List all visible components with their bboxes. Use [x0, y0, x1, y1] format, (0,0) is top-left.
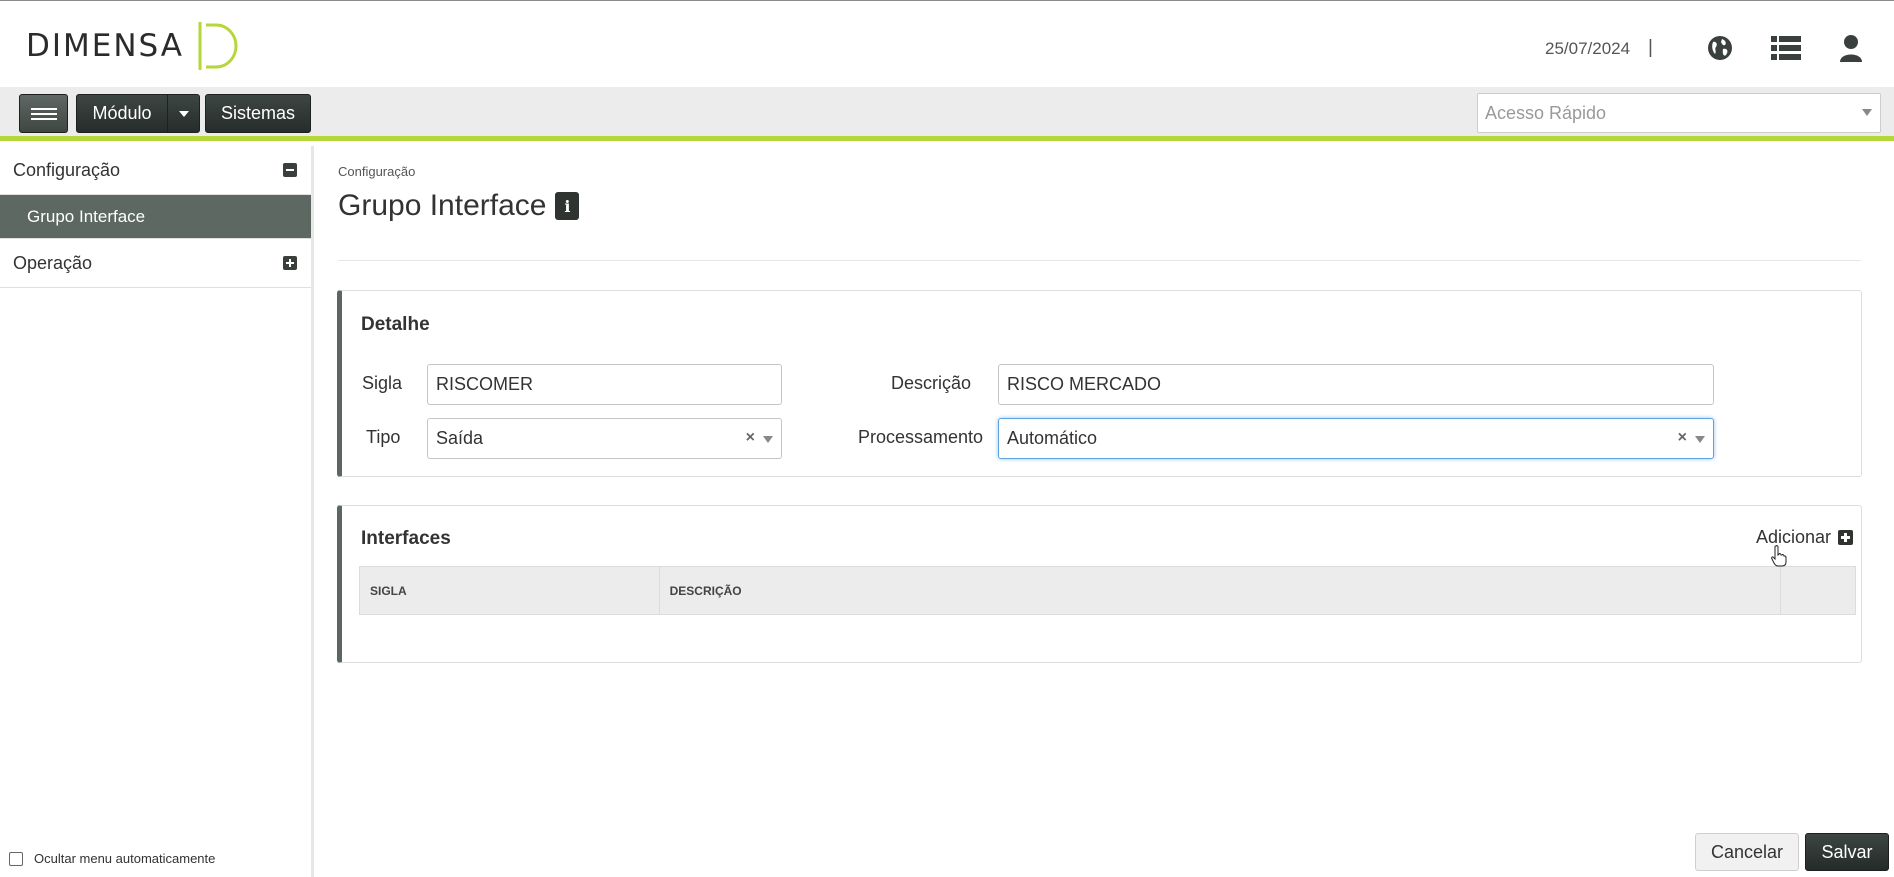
processamento-label: Processamento: [858, 427, 984, 447]
add-label: Adicionar: [1755, 527, 1831, 547]
interfaces-table-header: SIGLA DESCRIÇÃO: [359, 566, 1856, 615]
column-header-actions: [1781, 567, 1855, 614]
descricao-input[interactable]: RISCO MERCADO: [998, 364, 1714, 405]
column-header-sigla[interactable]: SIGLA: [360, 567, 660, 614]
descricao-label: Descrição: [891, 373, 972, 393]
breadcrumb[interactable]: Configuração: [338, 164, 415, 179]
hide-menu-option: Ocultar menu automaticamente: [9, 851, 215, 866]
info-icon[interactable]: i: [555, 192, 580, 220]
module-dropdown-button[interactable]: [167, 94, 200, 133]
cancel-button[interactable]: Cancelar: [1695, 833, 1799, 871]
hamburger-icon: [30, 105, 57, 123]
tipo-select[interactable]: Saída ×: [427, 418, 782, 459]
chevron-down-icon: [1862, 109, 1872, 116]
chevron-down-icon: [763, 436, 773, 443]
sigla-input[interactable]: RISCOMER: [427, 364, 782, 405]
interfaces-panel: Interfaces Adicionar SIGLA DESCRIÇÃO: [337, 505, 1862, 663]
sidebar-item-label: Grupo Interface: [27, 206, 146, 226]
sidebar-group-label: Operação: [13, 252, 93, 273]
page-title-row: Grupo Interface i: [338, 189, 580, 223]
logo-text: DIMENSA: [26, 28, 184, 64]
module-label: Módulo: [92, 103, 152, 123]
tipo-value: Saída: [436, 428, 484, 448]
clear-icon[interactable]: ×: [1678, 429, 1687, 447]
column-header-descricao[interactable]: DESCRIÇÃO: [660, 567, 1782, 614]
plus-icon: [1838, 530, 1853, 545]
sigla-value: RISCOMER: [436, 374, 534, 394]
descricao-value: RISCO MERCADO: [1007, 374, 1162, 394]
sidebar-group-configuracao[interactable]: Configuração: [0, 146, 311, 195]
top-header: DIMENSA 25/07/2024 |: [0, 0, 1894, 87]
logo-mark-icon: [198, 22, 238, 70]
detail-title: Detalhe: [361, 314, 430, 335]
interfaces-title: Interfaces: [361, 528, 451, 549]
dimensa-logo: DIMENSA: [26, 19, 242, 73]
clear-icon[interactable]: ×: [746, 429, 755, 447]
current-date: 25/07/2024: [1545, 39, 1631, 58]
globe-icon[interactable]: [1705, 33, 1735, 63]
page-title: Grupo Interface: [338, 189, 547, 222]
chevron-down-icon: [1695, 436, 1705, 443]
cancel-label: Cancelar: [1710, 841, 1784, 862]
hide-menu-checkbox[interactable]: [9, 851, 23, 866]
expand-icon[interactable]: [283, 256, 297, 270]
systems-label: Sistemas: [220, 103, 296, 123]
module-button[interactable]: Módulo: [76, 94, 168, 133]
menu-toggle-button[interactable]: [19, 94, 68, 133]
chevron-down-icon: [178, 110, 189, 117]
sidebar-group-label: Configuração: [13, 159, 121, 180]
sidebar-item-grupo-interface[interactable]: Grupo Interface: [0, 195, 311, 239]
collapse-icon[interactable]: [283, 163, 297, 177]
date-separator: |: [1648, 37, 1653, 58]
sidebar-group-operacao[interactable]: Operação: [0, 239, 311, 288]
save-button[interactable]: Salvar: [1805, 833, 1889, 871]
quick-access-select[interactable]: Acesso Rápido: [1477, 93, 1881, 133]
main-toolbar: Módulo Sistemas Acesso Rápido: [0, 87, 1894, 141]
sigla-label: Sigla: [362, 373, 403, 393]
list-icon[interactable]: [1771, 33, 1801, 63]
title-divider: [338, 260, 1861, 261]
hide-menu-label: Ocultar menu automaticamente: [34, 851, 216, 866]
systems-button[interactable]: Sistemas: [205, 94, 311, 133]
processamento-select[interactable]: Automático ×: [998, 418, 1714, 459]
sidebar: Configuração Grupo Interface Operação Oc…: [0, 146, 314, 877]
detail-panel: Detalhe Sigla RISCOMER Descrição RISCO M…: [337, 290, 1862, 477]
user-icon[interactable]: [1836, 33, 1866, 63]
tipo-label: Tipo: [366, 427, 401, 447]
hand-cursor-icon: [1771, 545, 1787, 567]
processamento-value: Automático: [1007, 428, 1098, 448]
quick-access-placeholder: Acesso Rápido: [1485, 102, 1607, 123]
save-label: Salvar: [1821, 841, 1873, 862]
